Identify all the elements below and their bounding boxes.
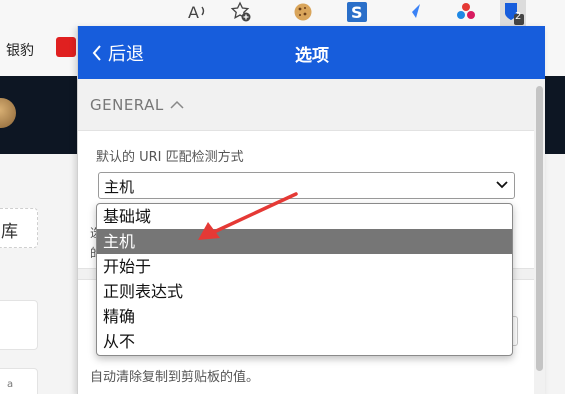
section-title: GENERAL: [90, 96, 164, 114]
option-starts-with[interactable]: 开始于: [97, 254, 512, 279]
svg-text:A: A: [188, 3, 199, 22]
bookmark-link[interactable]: 银豹: [6, 40, 34, 60]
option-host[interactable]: 主机: [97, 229, 512, 254]
page-card: a: [0, 368, 38, 394]
bookmark-thumb-icon[interactable]: [56, 37, 76, 57]
cookie-extension-icon[interactable]: [291, 0, 315, 24]
popup-header: 后退 选项: [78, 26, 545, 79]
page-title: 选项: [295, 46, 329, 66]
svg-text:S: S: [351, 3, 363, 22]
screen: A S 2 银豹 库 a 后退 选项 GENERAL 默认的 URI 匹配检测方…: [0, 0, 565, 394]
s-extension-icon[interactable]: S: [345, 0, 369, 24]
page-card-text: a: [7, 379, 14, 390]
uri-match-label: 默认的 URI 匹配检测方式: [96, 150, 244, 165]
chevron-up-icon: [170, 100, 184, 109]
extension-badge: 2: [515, 11, 522, 22]
page-box-label: 库: [1, 222, 18, 242]
section-toggle[interactable]: GENERAL: [90, 96, 185, 114]
option-regex[interactable]: 正则表达式: [97, 279, 512, 304]
read-aloud-icon[interactable]: A: [186, 0, 210, 24]
browser-toolbar: A S 2: [0, 0, 565, 26]
colorful-extension-icon[interactable]: [454, 0, 478, 24]
clipboard-note: 自动清除复制到剪贴板的值。: [90, 370, 260, 385]
option-base-domain[interactable]: 基础域: [97, 204, 512, 229]
uri-match-options: 基础域 主机 开始于 正则表达式 精确 从不: [96, 203, 513, 356]
bird-extension-icon[interactable]: [400, 0, 424, 24]
add-favorite-icon[interactable]: [229, 0, 253, 24]
option-never[interactable]: 从不: [97, 329, 512, 354]
select-value: 主机: [104, 178, 135, 196]
scrollbar-thumb[interactable]: [536, 86, 543, 371]
uri-match-select[interactable]: 主机: [98, 172, 515, 199]
site-header-edge: [545, 76, 565, 154]
chevron-down-icon: [496, 181, 508, 189]
page-card: [0, 300, 38, 350]
bitwarden-extension-icon[interactable]: 2: [500, 0, 526, 26]
page-box[interactable]: 库: [0, 208, 38, 248]
option-exact[interactable]: 精确: [97, 304, 512, 329]
